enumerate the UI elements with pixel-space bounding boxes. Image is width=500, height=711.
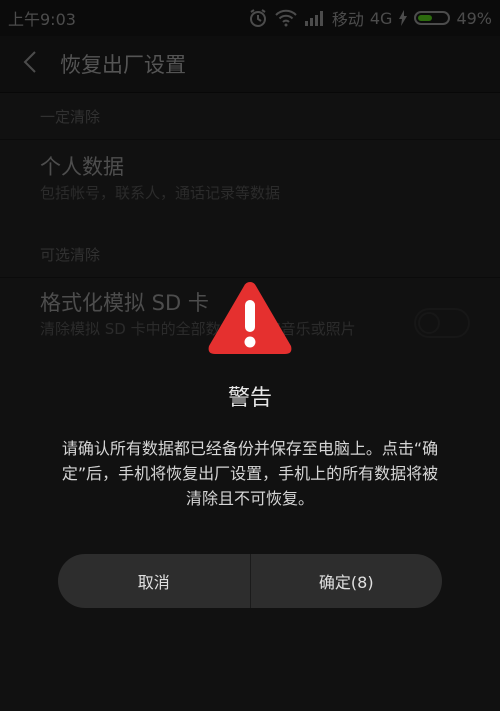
dialog-title: 警告	[227, 386, 272, 411]
dialog-message: 请确认所有数据都已经备份并保存至电脑上。点击“确定”后，手机将恢复出厂设置，手机…	[61, 439, 439, 508]
cancel-button[interactable]: 取消	[58, 554, 250, 608]
warning-dialog: 警告 请确认所有数据都已经备份并保存至电脑上。点击“确定”后，手机将恢复出厂设置…	[0, 270, 500, 711]
confirm-button[interactable]: 确定(8)	[251, 554, 443, 608]
warning-icon	[205, 278, 295, 358]
dialog-button-row: 取消 确定(8)	[58, 554, 442, 608]
